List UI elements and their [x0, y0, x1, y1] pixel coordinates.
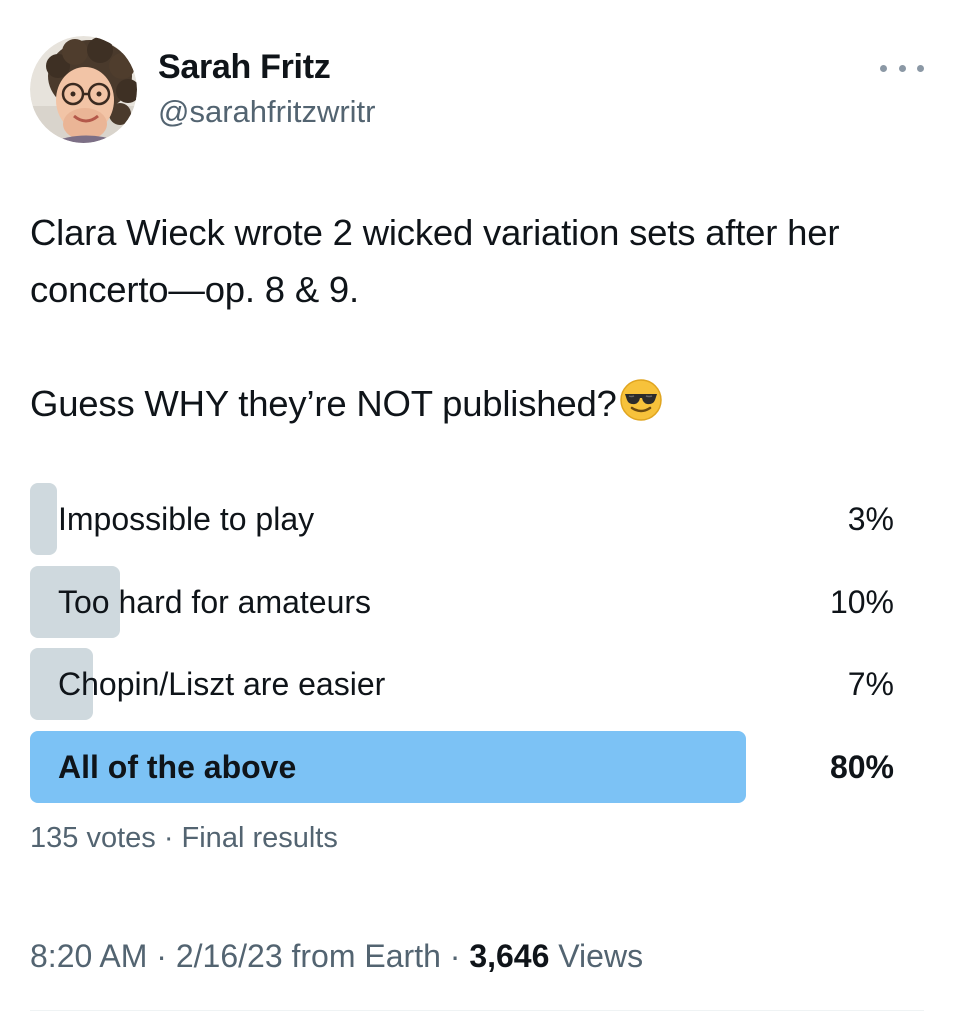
- poll-option[interactable]: Impossible to play 3%: [30, 483, 894, 555]
- tweet-paragraph-text: Guess WHY they’re NOT published?: [30, 383, 617, 424]
- poll-option-percent: 10%: [829, 584, 894, 620]
- tweet: Sarah Fritz @sarahfritzwritr Clara Wieck…: [0, 0, 954, 1024]
- poll-option-label: Chopin/Liszt are easier: [58, 666, 386, 702]
- more-horizontal-icon-dot: [898, 64, 906, 72]
- avatar[interactable]: [30, 36, 137, 143]
- smiling-face-with-sunglasses-icon: [619, 378, 663, 422]
- tweet-paragraph: Clara Wieck wrote 2 wicked variation set…: [30, 212, 840, 310]
- poll-option-bar: [30, 483, 57, 555]
- views-count: 3,646: [469, 938, 550, 974]
- poll-option[interactable]: Chopin/Liszt are easier 7%: [30, 648, 894, 720]
- more-horizontal-icon-dot: [917, 64, 924, 72]
- more-horizontal-icon: [880, 64, 887, 72]
- author-display-name[interactable]: Sarah Fritz: [158, 48, 331, 87]
- poll-option-label: Too hard for amateurs: [58, 584, 372, 620]
- more-options-button[interactable]: [880, 55, 924, 81]
- poll-option-winner[interactable]: All of the above 80%: [30, 731, 894, 803]
- poll-option-percent: 80%: [829, 749, 894, 785]
- views-label: Views: [549, 938, 644, 974]
- poll-option-percent: 7%: [847, 666, 894, 702]
- divider: [30, 1010, 924, 1011]
- poll-option[interactable]: Too hard for amateurs 10%: [30, 566, 894, 638]
- tweet-timestamp-row: 8:20 AM · 2/16/23 from Earth · 3,646 Vie…: [30, 938, 643, 975]
- tweet-text: Clara Wieck wrote 2 wicked variation set…: [30, 204, 930, 432]
- tweet-paragraph: Guess WHY they’re NOT published?: [30, 375, 930, 432]
- poll-option-label: Impossible to play: [58, 501, 315, 537]
- profile-photo-icon: [30, 36, 137, 143]
- tweet-timestamp[interactable]: 8:20 AM · 2/16/23 from Earth ·: [30, 938, 469, 974]
- poll-votes-summary: 135 votes · Final results: [30, 822, 338, 854]
- poll-option-label: All of the above: [58, 749, 297, 785]
- author-handle[interactable]: @sarahfritzwritr: [158, 94, 375, 130]
- poll-option-percent: 3%: [847, 501, 894, 537]
